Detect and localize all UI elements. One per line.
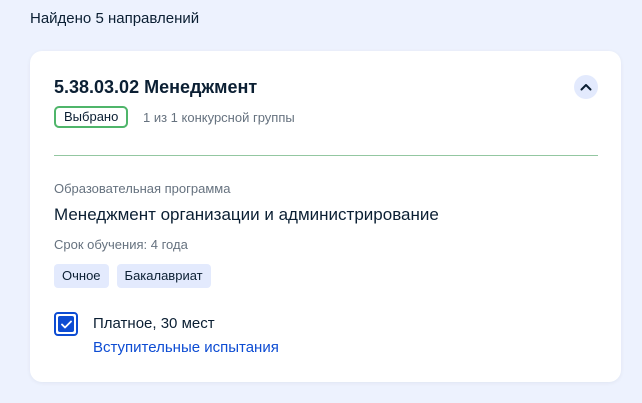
tag-study-form: Очное [54,264,109,288]
paid-places-label: Платное, 30 мест [93,315,215,332]
entrance-exams-link[interactable]: Вступительные испытания [93,338,279,358]
chevron-up-icon [580,84,592,91]
checkbox-checked-fill [58,316,74,332]
divider [54,155,598,156]
results-count: Найдено 5 направлений [30,10,200,27]
program-name: Менеджмент организации и администрирован… [54,205,439,224]
checkmark-icon [60,320,72,328]
tag-degree-level: Бакалавриат [116,264,211,288]
competition-group-info: 1 из 1 конкурсной группы [143,110,295,125]
direction-title: 5.38.03.02 Менеджмент [54,77,258,97]
direction-card: 5.38.03.02 Менеджмент Выбрано 1 из 1 кон… [30,51,621,382]
selected-badge: Выбрано [54,106,129,128]
program-caption: Образовательная программа [54,181,231,196]
tags-list: Очное Бакалавриат [54,264,211,288]
collapse-button[interactable] [574,75,598,99]
paid-places-checkbox[interactable] [54,312,78,336]
study-duration: Срок обучения: 4 года [54,237,188,252]
